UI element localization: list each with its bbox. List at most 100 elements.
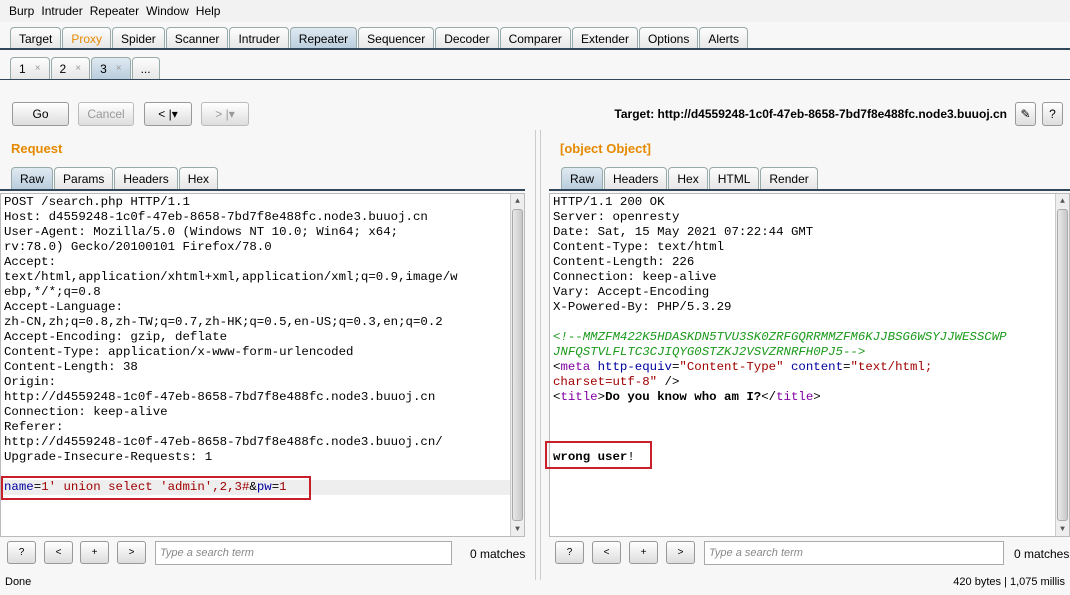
response-tab-render[interactable]: Render [760, 167, 818, 189]
main-tabs: Target Proxy Spider Scanner Intruder Repeater… [10, 27, 749, 49]
menu-repeater[interactable]: Repeater [90, 4, 139, 18]
response-scrollbar[interactable]: ▲ ▼ [1055, 194, 1069, 536]
request-line: Origin: [4, 375, 57, 389]
response-search-help-button[interactable]: ? [555, 541, 584, 564]
response-line: Date: Sat, 15 May 2021 07:22:44 GMT [553, 225, 814, 239]
go-button[interactable]: Go [12, 102, 69, 126]
meta-tag: <meta http-equiv="Content-Type" content=… [553, 360, 933, 374]
target-label: Target: http://d4559248-1c0f-47eb-8658-7… [614, 107, 1007, 121]
help-button[interactable]: ? [1042, 102, 1063, 126]
response-search-input[interactable]: Type a search term [704, 541, 1004, 565]
tab-target[interactable]: Target [10, 27, 62, 49]
edit-target-button[interactable]: ✎ [1015, 102, 1036, 126]
tab-label: ... [140, 61, 151, 76]
request-line: Host: d4559248-1c0f-47eb-8658-7bd7f8e488… [4, 210, 428, 224]
tab-label: 2 [59, 61, 67, 76]
request-search-add-button[interactable]: + [80, 541, 109, 564]
tab-label: 3 [100, 61, 107, 76]
request-tab-raw[interactable]: Raw [11, 167, 54, 189]
repeater-tab-2[interactable]: 2 × [50, 57, 91, 79]
tab-intruder[interactable]: Intruder [229, 27, 289, 49]
response-search-add-button[interactable]: + [629, 541, 658, 564]
response-line: Content-Length: 226 [553, 255, 695, 269]
repeater-tab-1[interactable]: 1 × [10, 57, 50, 79]
request-line: POST /search.php HTTP/1.1 [4, 195, 190, 209]
response-matches: 0 matches [1014, 547, 1070, 561]
title-tag: <title>Do you know who am I?</title> [553, 390, 821, 404]
response-search-prev-button[interactable]: < [592, 541, 621, 564]
tab-comparer[interactable]: Comparer [499, 27, 571, 49]
menu-help[interactable]: Help [196, 4, 221, 18]
request-line: Referer: [4, 420, 64, 434]
repeater-tab-4[interactable]: ... [131, 57, 160, 79]
help-icon: ? [1049, 107, 1056, 121]
response-line: Vary: Accept-Encoding [553, 285, 710, 299]
forward-button[interactable]: > |▾ [201, 102, 249, 126]
response-tab-headers[interactable]: Headers [604, 167, 668, 189]
request-tabs: Raw Params Headers Hex [11, 167, 219, 189]
response-stats: 420 bytes | 1,075 millis [953, 576, 1065, 588]
tab-sequencer[interactable]: Sequencer [358, 27, 435, 49]
request-line: rv:78.0) Gecko/20100101 Firefox/78.0 [4, 240, 272, 254]
request-title: Request [11, 141, 63, 156]
request-line: Accept-Language: [4, 300, 123, 314]
request-line: http://d4559248-1c0f-47eb-8658-7bd7f8e48… [4, 390, 436, 404]
pencil-icon: ✎ [1020, 107, 1031, 121]
tab-proxy[interactable]: Proxy [62, 27, 112, 49]
request-line: http://d4559248-1c0f-47eb-8658-7bd7f8e48… [4, 435, 443, 449]
response-editor[interactable]: HTTP/1.1 200 OK Server: openresty Date: Sa… [549, 193, 1070, 537]
request-tab-hex[interactable]: Hex [178, 167, 219, 189]
close-icon[interactable]: × [35, 63, 41, 74]
tab-spider[interactable]: Spider [112, 27, 165, 49]
status-text: Done [5, 576, 32, 588]
response-line: X-Powered-By: PHP/5.3.29 [553, 300, 732, 314]
request-line: Upgrade-Insecure-Requests: 1 [4, 450, 213, 464]
repeater-tab-3[interactable]: 3 × [91, 57, 131, 79]
tab-extender[interactable]: Extender [571, 27, 638, 49]
request-line: Accept: [4, 255, 57, 269]
request-scrollbar[interactable]: ▲ ▼ [510, 194, 524, 536]
request-line: Content-Length: 38 [4, 360, 138, 374]
back-button[interactable]: < |▾ [144, 102, 192, 126]
response-tab-hex[interactable]: Hex [668, 167, 708, 189]
request-line: Content-Type: application/x-www-form-url… [4, 345, 354, 359]
request-search-help-button[interactable]: ? [7, 541, 36, 564]
response-tab-html[interactable]: HTML [708, 167, 760, 189]
menu-intruder[interactable]: Intruder [41, 4, 82, 18]
pane-divider[interactable] [535, 130, 541, 580]
tab-scanner[interactable]: Scanner [165, 27, 229, 49]
menu-window[interactable]: Window [146, 4, 189, 18]
request-line: Accept-Encoding: gzip, deflate [4, 330, 228, 344]
close-icon[interactable]: × [75, 63, 81, 74]
request-tab-params[interactable]: Params [54, 167, 114, 189]
response-tab-raw[interactable]: Raw [561, 167, 604, 189]
request-tab-headers[interactable]: Headers [114, 167, 178, 189]
request-search-prev-button[interactable]: < [44, 541, 73, 564]
tab-options[interactable]: Options [638, 27, 699, 49]
highlight-box [1, 476, 311, 500]
repeater-tabs: 1 × 2 × 3 ×... [10, 57, 161, 79]
request-line: Connection: keep-alive [4, 405, 168, 419]
cancel-button[interactable]: Cancel [78, 102, 134, 126]
request-line: User-Agent: Mozilla/5.0 (Windows NT 10.0… [4, 225, 399, 239]
highlight-box [545, 441, 652, 469]
html-comment: <!--MMZFM422K5HDASKDN5TVU3SK0ZRFGQRRMMZF… [553, 330, 1007, 359]
response-search-next-button[interactable]: > [666, 541, 695, 564]
tab-decoder[interactable]: Decoder [435, 27, 499, 49]
close-icon[interactable]: × [116, 63, 122, 74]
response-line: Server: openresty [553, 210, 680, 224]
menu-burp[interactable]: Burp [9, 4, 34, 18]
response-line: HTTP/1.1 200 OK [553, 195, 665, 209]
response-line: Content-Type: text/html [553, 240, 725, 254]
tab-label: 1 [19, 61, 26, 76]
request-line: text/html,application/xhtml+xml,applicat… [4, 270, 458, 284]
response-tabs: Raw Headers Hex HTML Render [561, 167, 819, 189]
request-matches: 0 matches [470, 547, 526, 561]
tab-repeater[interactable]: Repeater [289, 27, 358, 49]
tab-alerts[interactable]: Alerts [699, 27, 749, 49]
request-line: zh-CN,zh;q=0.8,zh-TW;q=0.7,zh-HK;q=0.5,e… [4, 315, 443, 329]
request-search-input[interactable]: Type a search term [155, 541, 452, 565]
response-title: [object Object] [560, 141, 652, 156]
request-search-next-button[interactable]: > [117, 541, 146, 564]
menu-bar: Burp Intruder Repeater Window Help [0, 0, 1070, 22]
